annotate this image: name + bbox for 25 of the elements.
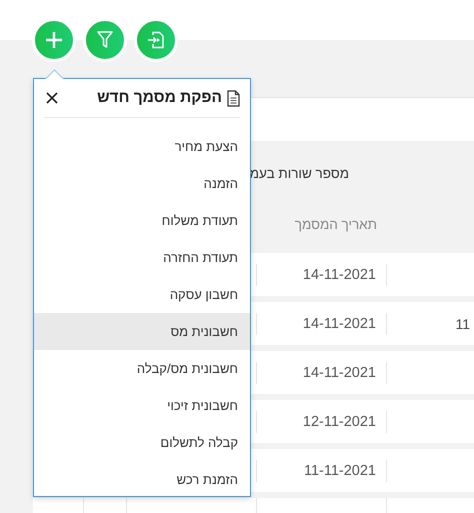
menu-item[interactable]: הצעת מחיר: [34, 128, 250, 165]
column-header: תאריך המסמך: [294, 217, 378, 232]
menu-title: הפקת מסמך חדש: [97, 89, 222, 107]
menu-item[interactable]: חשבונית זיכוי: [34, 387, 250, 424]
menu-item[interactable]: חשבונית מס: [34, 313, 250, 350]
menu-item[interactable]: קבלה לתשלום: [34, 424, 250, 461]
menu-item[interactable]: הזמנת רכש: [34, 461, 250, 498]
rows-per-page-label: מספר שורות בעמ: [250, 166, 349, 181]
menu-item[interactable]: תעודת החזרה: [34, 239, 250, 276]
plus-icon: [45, 31, 63, 49]
menu-item[interactable]: הזמנה: [34, 165, 250, 202]
document-icon: [227, 90, 240, 106]
table-cell: 14-11-2021: [302, 266, 376, 282]
table-cell: 14-11-2021: [302, 316, 376, 332]
table-cell: 11: [455, 316, 470, 332]
menu-item[interactable]: חשבונית מס/קבלה: [34, 350, 250, 387]
close-button[interactable]: [44, 90, 60, 106]
table-cell: 12-11-2021: [302, 414, 376, 430]
file-import-icon: [147, 31, 165, 49]
close-icon: [46, 92, 58, 104]
table-cell: 11-11-2021: [304, 462, 376, 478]
filter-icon: [97, 31, 113, 49]
table-cell: 14-11-2021: [302, 364, 376, 380]
menu-item[interactable]: תעודת משלוח: [34, 202, 250, 239]
menu-item[interactable]: חשבון עסקה: [34, 276, 250, 313]
